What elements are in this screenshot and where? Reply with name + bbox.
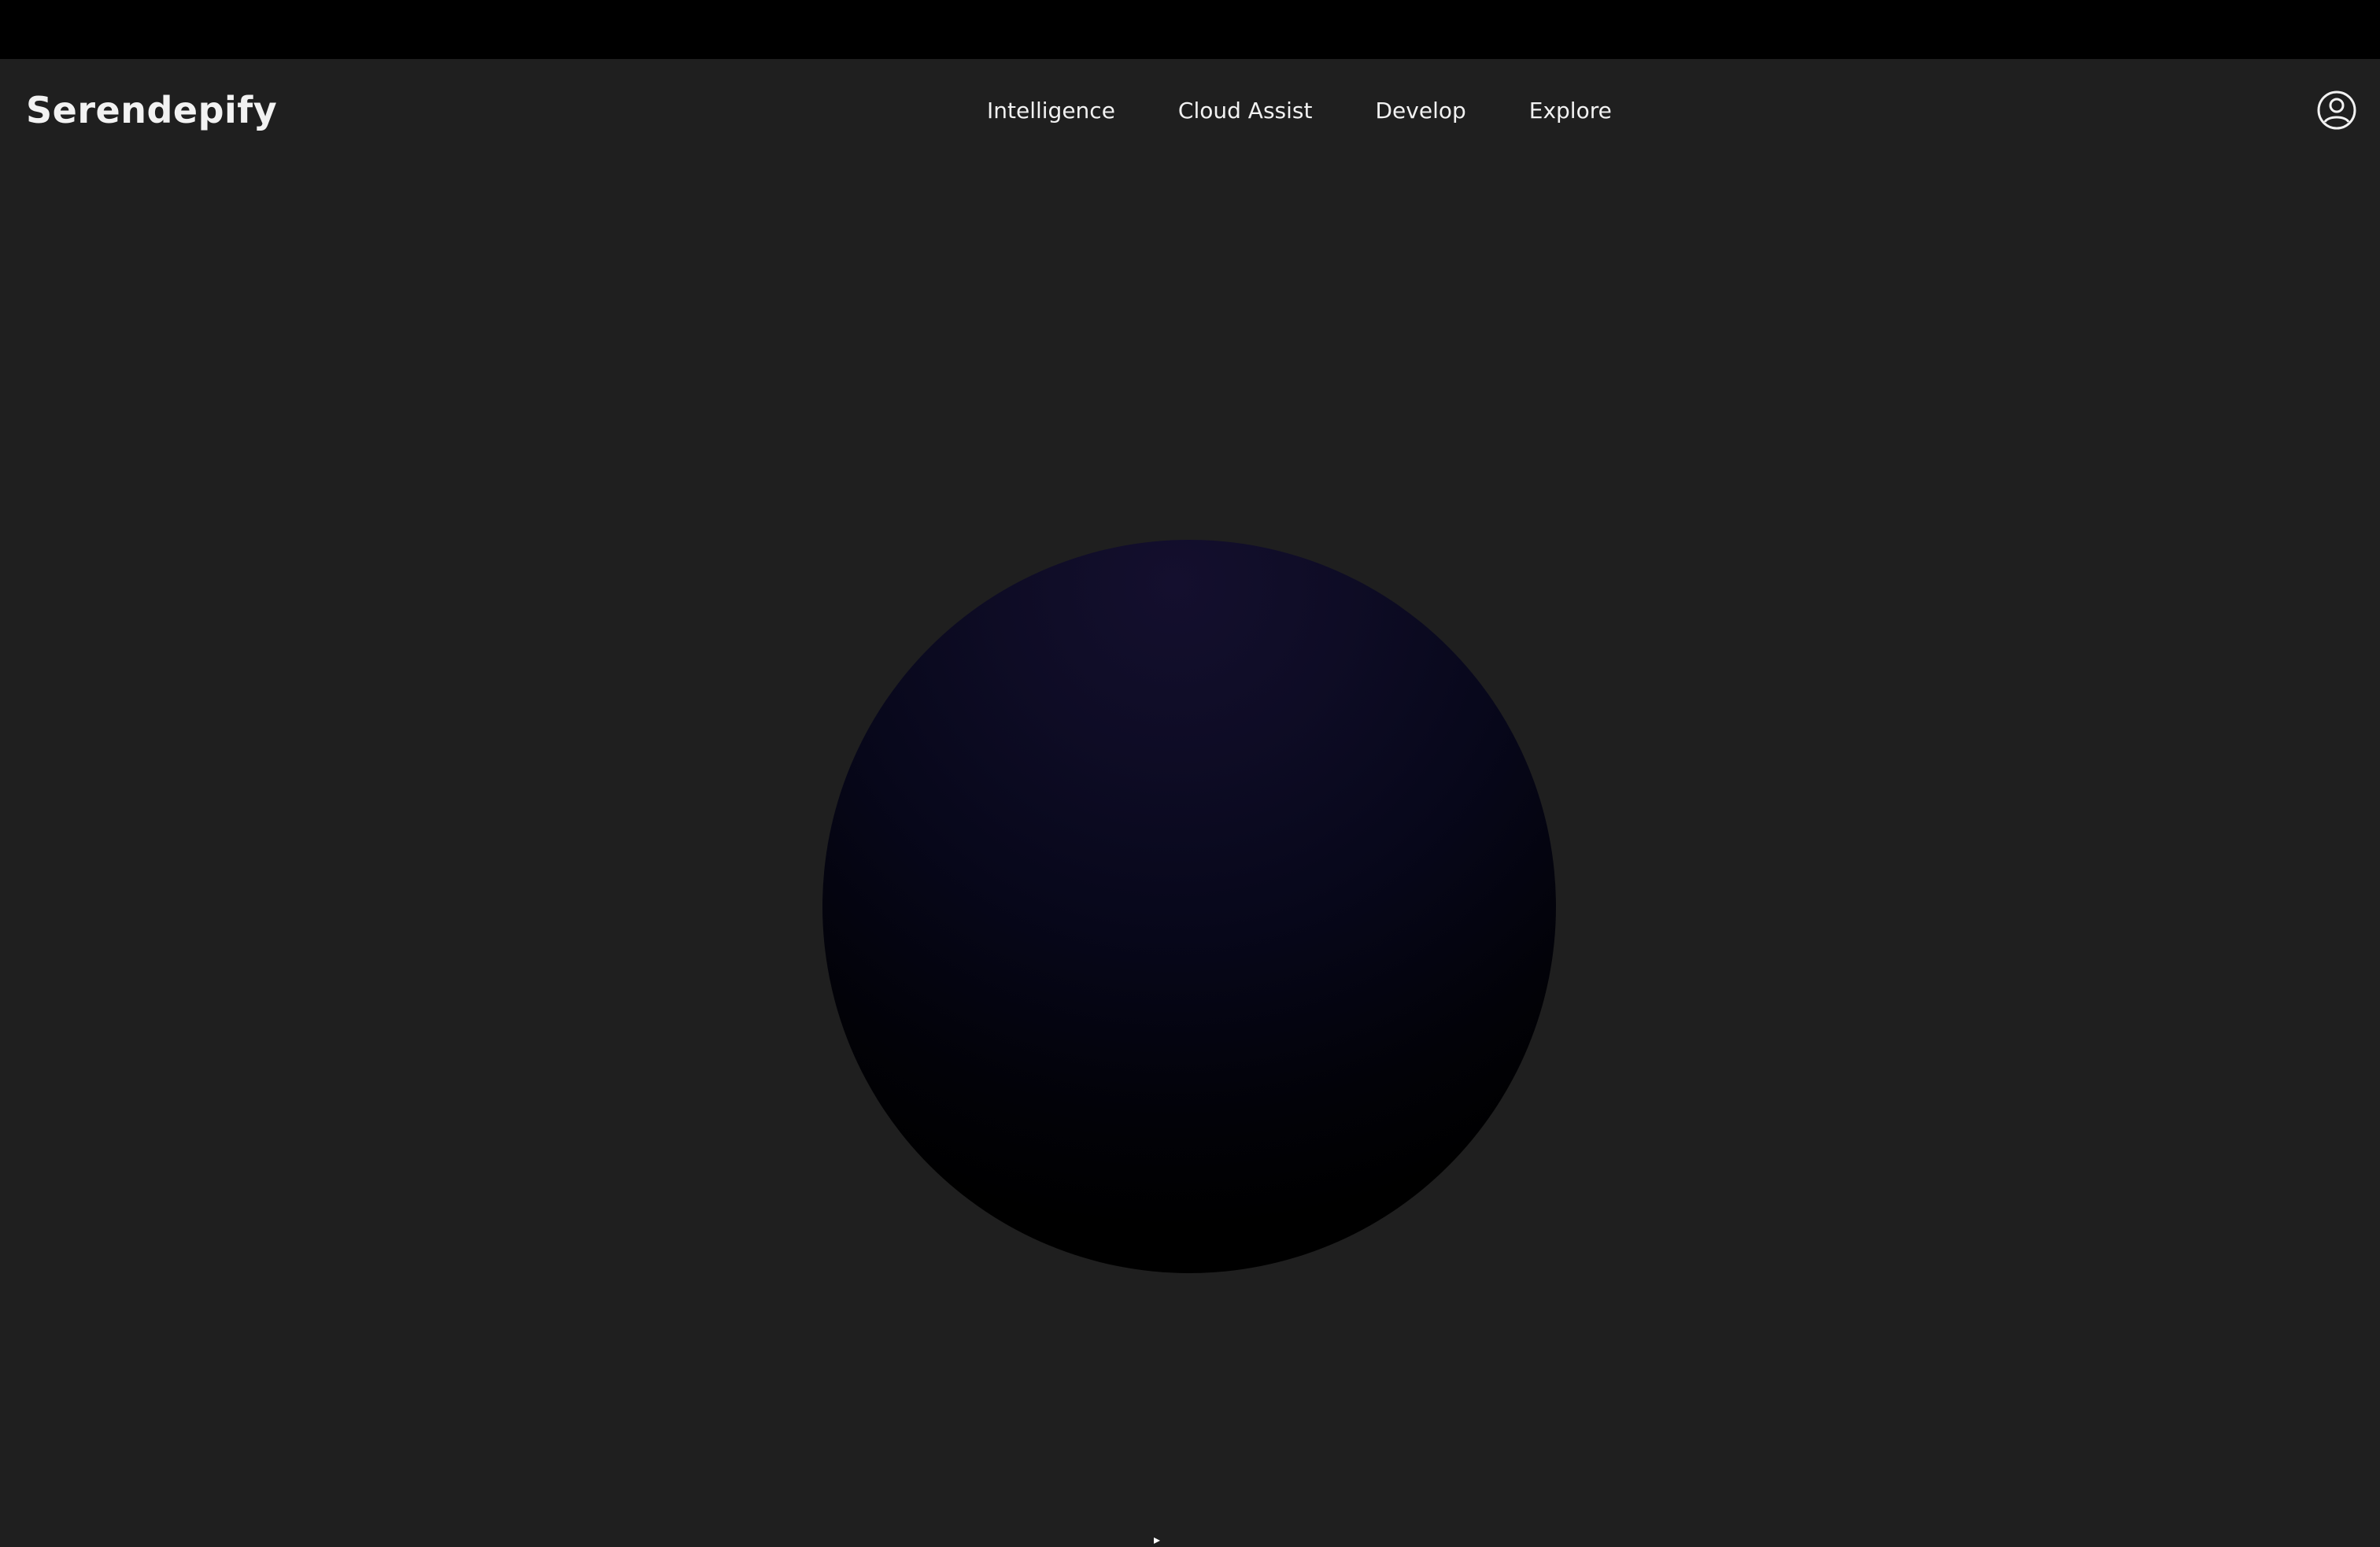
user-account-icon[interactable] <box>2316 90 2357 131</box>
site-header: Serendepify Intelligence Cloud Assist De… <box>0 59 2380 161</box>
nav-item-cloud-assist[interactable]: Cloud Assist <box>1178 98 1313 124</box>
hero-orb <box>822 540 1556 1273</box>
nav-item-explore[interactable]: Explore <box>1529 98 1612 124</box>
user-account-icon-graphic <box>2317 90 2356 130</box>
site-logo[interactable]: Serendepify <box>26 59 277 161</box>
browser-top-bar <box>0 0 2380 59</box>
nav-item-develop[interactable]: Develop <box>1375 98 1465 124</box>
nav-item-intelligence[interactable]: Intelligence <box>987 98 1115 124</box>
main-nav: Intelligence Cloud Assist Develop Explor… <box>987 59 1612 161</box>
scroll-indicator-icon: ▸ <box>1154 1532 1161 1547</box>
